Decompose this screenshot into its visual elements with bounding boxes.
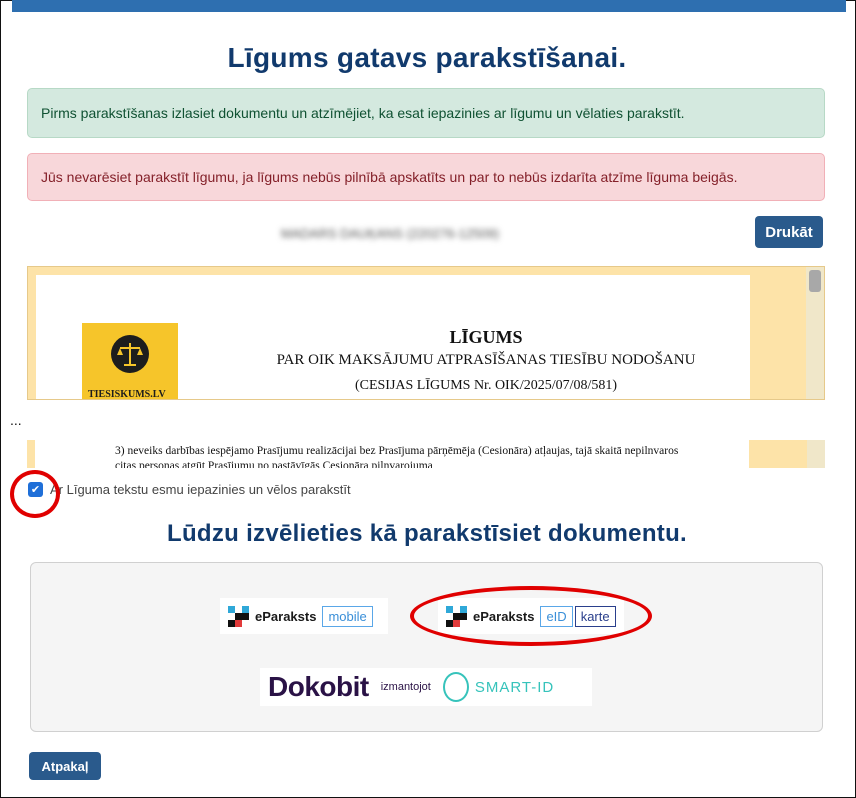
smart-id-label: SMART-ID — [474, 678, 555, 696]
signing-methods-panel — [30, 562, 823, 732]
agreement-label[interactable]: Ar Līguma tekstu esmu iepazinies un vēlo… — [50, 482, 351, 497]
eparaksts-logo-icon — [228, 605, 249, 627]
dokobit-smart-id-option[interactable]: Dokobit izmantojot SMART-ID — [260, 668, 592, 706]
excerpt-line: citas personas atgūt Prasījumu no pastāv… — [115, 460, 433, 468]
tiesiskums-logo: TIESISKUMS.LV — [82, 323, 178, 400]
document-page-end: 3) neveiks darbības iespējamo Prasījumu … — [35, 440, 749, 468]
viewer-scrollbar-end[interactable] — [807, 440, 825, 468]
contract-number: (CESIJAS LĪGUMS Nr. OIK/2025/07/08/581) — [354, 378, 618, 393]
warning-alert-text: Jūs nevarēsiet parakstīt līgumu, ja līgu… — [41, 169, 738, 185]
viewer-scrollbar[interactable] — [806, 267, 824, 399]
warning-alert: Jūs nevarēsiet parakstīt līgumu, ja līgu… — [27, 153, 825, 201]
eparaksts-mobile-tag: mobile — [322, 605, 373, 627]
print-button[interactable]: Drukāt — [755, 216, 823, 248]
eparaksts-mobile-name: eParaksts — [255, 608, 317, 624]
eparaksts-mobile-option[interactable]: eParaksts mobile — [220, 598, 388, 634]
document-subheading: PAR OIK MAKSĀJUMU ATPRASĪŠANAS TIESĪBU N… — [276, 352, 696, 368]
dokobit-logo: Dokobit — [268, 671, 369, 702]
back-button[interactable]: Atpakaļ — [29, 752, 101, 780]
signing-heading: Lūdzu izvēlieties kā parakstīsiet dokume… — [166, 520, 687, 547]
document-viewer[interactable]: TIESISKUMS.LV LĪGUMS PAR OIK MAKSĀJUMU A… — [27, 266, 825, 400]
document-page: TIESISKUMS.LV LĪGUMS PAR OIK MAKSĀJUMU A… — [36, 275, 750, 400]
document-viewer-end[interactable]: 3) neveiks darbības iespējamo Prasījumu … — [27, 440, 825, 468]
page-title: Līgums gatavs parakstīšanai. — [227, 42, 627, 73]
excerpt-line: 3) neveiks darbības iespējamo Prasījumu … — [115, 445, 679, 457]
signer-name: MADARS DAUĶANS (220276-12509) — [280, 226, 500, 241]
document-excerpt: 3) neveiks darbības iespējamo Prasījumu … — [115, 444, 715, 468]
ellipsis: ... — [10, 412, 22, 428]
logo-text: TIESISKUMS.LV — [88, 389, 166, 400]
dokobit-using-text: izmantojot — [380, 681, 431, 693]
eid-card-highlight-circle — [410, 586, 652, 646]
smart-id-icon — [442, 672, 469, 702]
scales-icon — [111, 335, 149, 373]
checkbox-highlight-circle — [10, 470, 60, 518]
top-bar — [12, 0, 846, 12]
document-heading: LĪGUMS — [449, 327, 523, 347]
scrollbar-thumb[interactable] — [809, 270, 821, 292]
info-alert: Pirms parakstīšanas izlasiet dokumentu u… — [27, 88, 825, 138]
info-alert-text: Pirms parakstīšanas izlasiet dokumentu u… — [41, 105, 685, 121]
